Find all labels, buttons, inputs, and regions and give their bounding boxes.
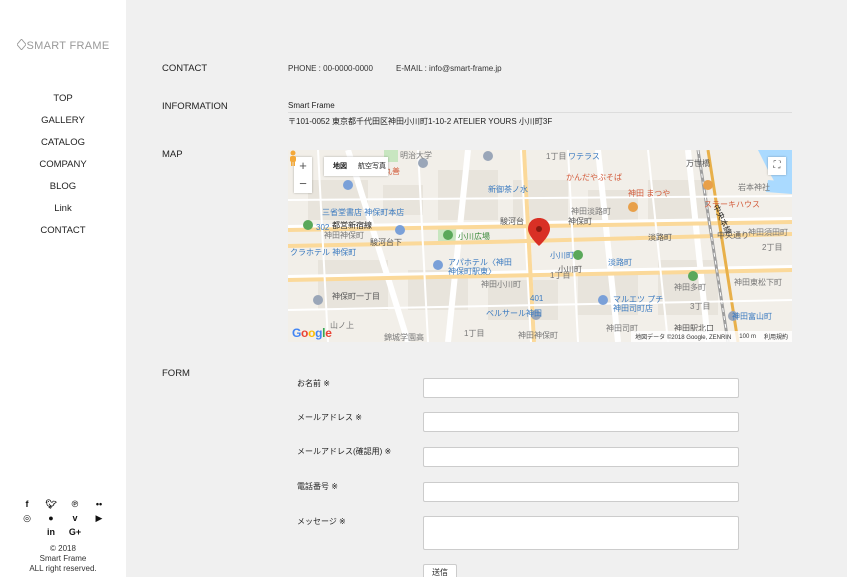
nav-item-link[interactable]: Link: [0, 202, 126, 224]
main-content: CONTACT PHONE : 00-0000-0000 E-MAIL : in…: [126, 0, 847, 577]
email-confirm-input[interactable]: [423, 447, 739, 467]
phone-input[interactable]: [423, 482, 739, 502]
email-field-label: メールアドレス ※: [297, 413, 362, 422]
map-place: 神田多町: [674, 283, 706, 292]
map-place: 神田神保町: [518, 331, 558, 340]
map-scale: 100 m: [739, 333, 756, 340]
information-block: Smart Frame 〒101-0052 東京都千代田区神田小川町1-10-2…: [288, 101, 792, 127]
main-nav: TOP GALLERY CATALOG COMPANY BLOG Link CO…: [0, 92, 126, 246]
map-place: ワテラス: [568, 152, 600, 161]
instagram-icon[interactable]: ◎: [20, 513, 34, 524]
contact-phone: PHONE : 00-0000-0000: [288, 64, 373, 73]
name-field-label: お名前 ※: [297, 379, 330, 388]
fullscreen-button[interactable]: ⛶: [768, 157, 786, 175]
map-place: 1丁目: [550, 271, 571, 280]
twitter-icon[interactable]: 🐦︎: [44, 499, 58, 510]
logo-diamond-icon: [16, 39, 26, 50]
submit-button[interactable]: 送信: [423, 564, 457, 577]
flickr-icon[interactable]: ••: [92, 499, 106, 509]
map-place: 万世橋: [686, 159, 710, 168]
phone-field-label: 電話番号 ※: [297, 482, 338, 491]
map-type-control: 地図 航空写真: [324, 157, 388, 176]
nav-item-catalog[interactable]: CATALOG: [0, 136, 126, 158]
name-input[interactable]: [423, 378, 739, 398]
contact-email[interactable]: E-MAIL : info@smart-frame.jp: [396, 64, 502, 73]
map-place: 2丁目: [762, 243, 783, 252]
facebook-icon[interactable]: f: [20, 499, 34, 509]
nav-item-company[interactable]: COMPANY: [0, 158, 126, 180]
map-place: 神保町駅東〉: [448, 267, 496, 276]
copyright: © 2018 Smart Frame ALL right reserved.: [29, 544, 97, 573]
map-label: MAP: [162, 149, 183, 160]
line-icon[interactable]: ●: [44, 513, 58, 523]
map-place: 神田小川町: [481, 280, 521, 289]
map-place: 駿河台: [500, 217, 524, 226]
map-place: 神田神保町: [324, 231, 364, 240]
map-place: 明治大学: [400, 151, 432, 160]
email-input[interactable]: [423, 412, 739, 432]
map-place: かんだやぶそば: [566, 173, 622, 182]
map-place: 神田東松下町: [734, 278, 782, 287]
map-place: ベルサール神田: [486, 309, 542, 318]
map-place: 三省堂書店 神保町本店: [322, 208, 405, 217]
map-place: 岩本神社: [738, 183, 770, 192]
map-place: 神保町一丁目: [332, 292, 380, 301]
nav-item-gallery[interactable]: GALLERY: [0, 114, 126, 136]
contact-label: CONTACT: [162, 63, 208, 74]
googleplus-icon[interactable]: G+: [68, 527, 82, 537]
vimeo-icon[interactable]: v: [68, 513, 82, 523]
site-logo[interactable]: SMART FRAME: [0, 39, 126, 52]
map-place: 山ノ上: [330, 321, 354, 330]
form-label: FORM: [162, 368, 190, 379]
map-place: 神田須田町: [748, 228, 788, 237]
zoom-out-button[interactable]: −: [294, 175, 312, 193]
map-place: 淡路町: [648, 233, 672, 242]
map-type-satellite[interactable]: 航空写真: [356, 157, 388, 176]
map-place: 小川広場: [458, 232, 490, 241]
map-place: 1丁目: [464, 329, 485, 338]
map-place: 錦城学園高: [384, 333, 424, 342]
map-place: 3丁目: [690, 302, 711, 311]
map-place: 神保町: [568, 217, 592, 226]
map-place: 新御茶ノ水: [488, 185, 528, 194]
linkedin-icon[interactable]: in: [44, 527, 58, 537]
map-place: 401: [530, 294, 544, 303]
nav-item-blog[interactable]: BLOG: [0, 180, 126, 202]
pegman-icon[interactable]: [288, 150, 298, 166]
map-place: 淡路町: [608, 258, 632, 267]
google-map[interactable]: 明治大学 し丸善 新御茶ノ水 三省堂書店 神保町本店 都営新宿線 神田神保町 ク…: [288, 150, 792, 342]
map-place: 中央通り: [717, 231, 749, 240]
logo-text: SMART FRAME: [26, 40, 110, 52]
nav-item-top[interactable]: TOP: [0, 92, 126, 114]
email-confirm-field-label: メールアドレス(確認用) ※: [297, 447, 392, 456]
map-place: 302: [316, 223, 330, 232]
nav-item-contact[interactable]: CONTACT: [0, 224, 126, 246]
map-place: 小川町: [550, 251, 574, 260]
google-logo[interactable]: Google: [292, 326, 332, 340]
map-place: クラホテル 神保町: [290, 248, 357, 257]
map-place: 駿河台下: [370, 238, 402, 247]
company-name: Smart Frame: [288, 101, 792, 113]
map-place: 1丁目: [546, 152, 567, 161]
map-place: 神田富山町: [732, 312, 772, 321]
map-terms-link[interactable]: 利用規約: [764, 332, 788, 341]
map-footer: 地図データ ©2018 Google, ZENRIN 100 m 利用規約: [631, 331, 792, 342]
message-field-label: メッセージ ※: [297, 517, 346, 526]
map-type-roadmap[interactable]: 地図: [324, 157, 356, 176]
information-label: INFORMATION: [162, 101, 228, 112]
map-data-attribution: 地図データ ©2018 Google, ZENRIN: [635, 335, 732, 341]
social-links: f 🐦︎ ℗ •• ◎ ● v ▶ in G+: [0, 497, 126, 539]
company-address: 〒101-0052 東京都千代田区神田小川町1-10-2 ATELIER YOU…: [288, 117, 553, 126]
map-place: 神田司町店: [613, 304, 653, 313]
message-textarea[interactable]: [423, 516, 739, 550]
map-place: 神田 まつや: [628, 189, 671, 198]
sidebar: SMART FRAME TOP GALLERY CATALOG COMPANY …: [0, 0, 126, 577]
youtube-icon[interactable]: ▶: [92, 513, 106, 524]
pinterest-icon[interactable]: ℗: [68, 499, 82, 509]
